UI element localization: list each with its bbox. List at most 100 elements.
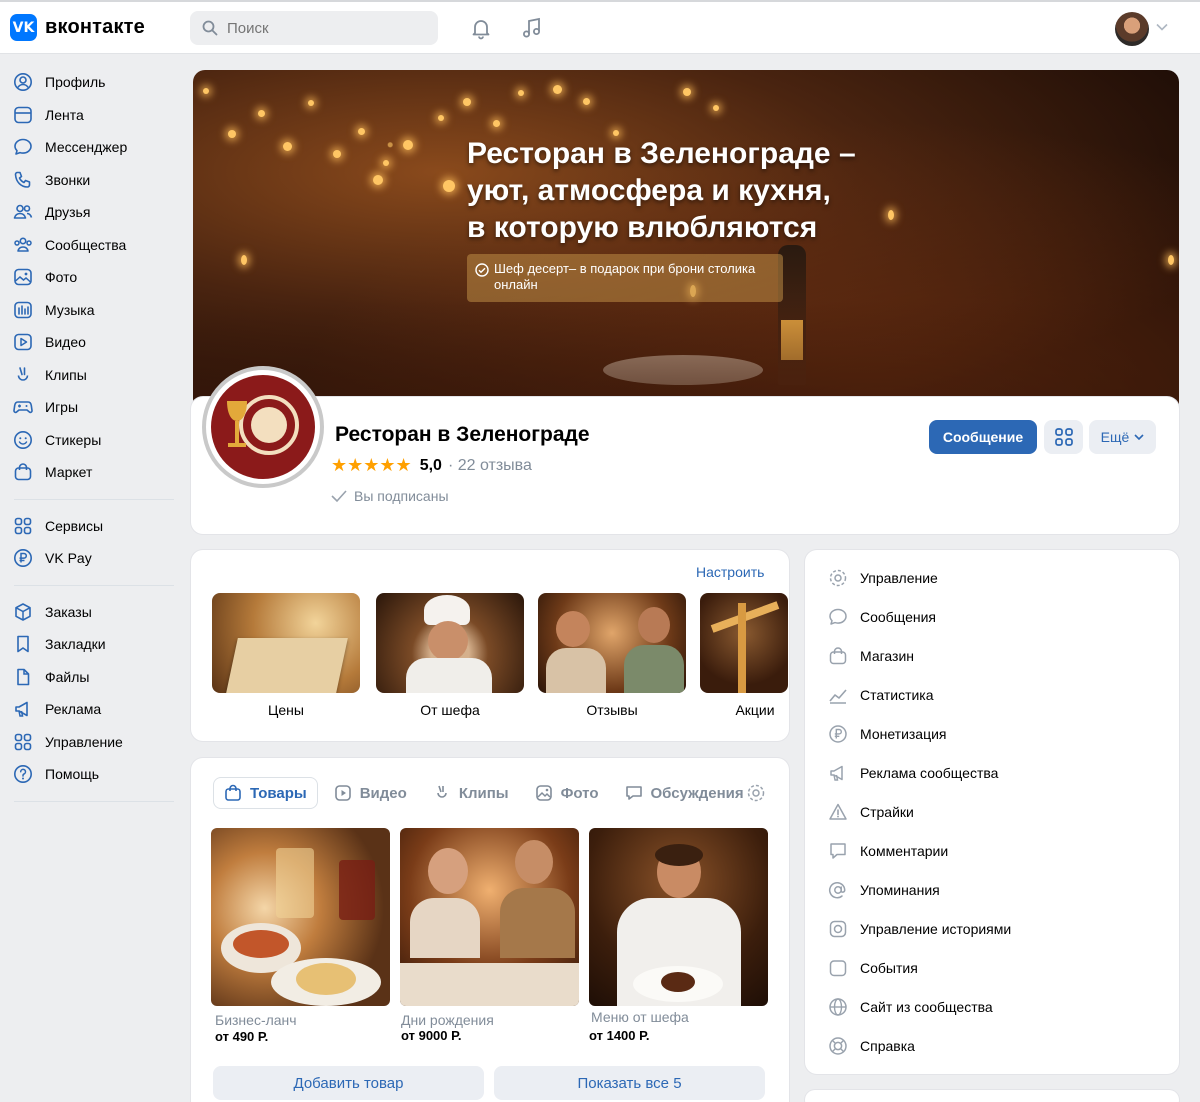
management-item-warning[interactable]: Страйки <box>828 800 914 824</box>
message-bubble-icon <box>829 608 847 625</box>
sidebar-item-video[interactable]: Видео <box>0 326 180 359</box>
sidebar-item-manage[interactable]: Управление <box>0 726 180 759</box>
management-item-gear[interactable]: Управление <box>828 566 938 590</box>
management-item-at[interactable]: Упоминания <box>828 878 940 902</box>
management-item-megaphone[interactable]: Реклама сообщества <box>828 761 998 785</box>
highlight-label[interactable]: Акции <box>700 702 810 718</box>
sidebar-item-games[interactable]: Игры <box>0 391 180 424</box>
cover-headline-line: в которую влюбляются <box>467 211 818 244</box>
product-image-birthdays[interactable] <box>400 828 579 1006</box>
sidebar-item-services[interactable]: Сервисы <box>0 510 180 543</box>
product-price: от 490 Р. <box>215 1029 269 1044</box>
highlight-label[interactable]: От шефа <box>376 702 524 718</box>
sidebar-item-vkpay[interactable]: VK Pay <box>0 542 180 575</box>
sidebar-item-label: Клипы <box>45 366 87 383</box>
group-avatar[interactable] <box>202 366 324 488</box>
highlight-chef-image[interactable] <box>376 593 524 693</box>
sidebar-item-profile[interactable]: Профиль <box>0 66 180 99</box>
sidebar-item-label: Лента <box>45 106 84 123</box>
configure-link[interactable]: Настроить <box>696 564 764 580</box>
chevron-down-icon[interactable] <box>1156 23 1168 31</box>
vk-logo[interactable]: VK вконтакте <box>10 14 145 41</box>
search-input[interactable] <box>227 19 427 37</box>
sidebar-item-label: Реклама <box>45 701 102 718</box>
management-item-shop-bag[interactable]: Магазин <box>828 644 914 668</box>
bell-icon[interactable] <box>469 16 493 40</box>
product-image-chef-menu[interactable] <box>589 828 768 1006</box>
sidebar-item-feed[interactable]: Лента <box>0 99 180 132</box>
sidebar-item-stickers[interactable]: Стикеры <box>0 424 180 457</box>
profile-icon <box>14 73 32 92</box>
more-button[interactable]: Ещё <box>1089 420 1156 454</box>
product-price: от 9000 Р. <box>401 1028 462 1043</box>
reviews-count[interactable]: · 22 отзыва <box>448 457 532 475</box>
music-icon <box>14 301 32 319</box>
search-box[interactable] <box>190 11 438 45</box>
sidebar-item-phone[interactable]: Звонки <box>0 164 180 197</box>
sidebar-item-communities[interactable]: Сообщества <box>0 229 180 262</box>
highlight-label[interactable]: Отзывы <box>538 702 686 718</box>
sidebar-item-help[interactable]: Помощь <box>0 758 180 791</box>
management-item-label: Управление историями <box>860 921 1012 937</box>
group-rating[interactable]: ★★★★★ 5,0 · 22 отзыва <box>331 455 532 476</box>
promo-text-line: онлайн <box>494 277 538 292</box>
management-item-label: Реклама сообщества <box>860 765 999 781</box>
cover-headline-line: уют, атмосфера и кухня, <box>467 174 831 207</box>
sidebar-item-music[interactable]: Музыка <box>0 294 180 327</box>
sidebar-item-label: Закладки <box>45 636 106 653</box>
subscription-status[interactable]: Вы подписаны <box>330 488 449 504</box>
tab-products[interactable]: Товары <box>213 777 318 809</box>
photo-icon <box>14 268 32 286</box>
sidebar-item-label: Музыка <box>45 301 95 318</box>
management-item-label: События <box>860 960 918 976</box>
gear-icon[interactable] <box>746 783 766 803</box>
shop-bag-icon <box>829 647 847 665</box>
highlight-prices-image[interactable] <box>212 593 360 693</box>
sidebar-item-photo[interactable]: Фото <box>0 261 180 294</box>
apps-button[interactable] <box>1044 420 1083 454</box>
management-item-stories[interactable]: Управление историями <box>828 917 1011 941</box>
product-name[interactable]: Бизнес-ланч <box>215 1012 297 1028</box>
management-item-message-bubble[interactable]: Сообщения <box>828 605 936 629</box>
show-all-products-button[interactable]: Показать все 5 <box>494 1066 765 1100</box>
tab-clips[interactable]: Клипы <box>423 777 519 809</box>
product-name[interactable]: Меню от шефа <box>591 1009 689 1025</box>
sidebar-item-clips[interactable]: Клипы <box>0 359 180 392</box>
gear-icon <box>829 569 847 587</box>
sidebar-item-label: Игры <box>45 399 79 416</box>
tab-discussions[interactable]: Обсуждения <box>615 777 743 809</box>
add-product-button[interactable]: Добавить товар <box>213 1066 484 1100</box>
tab-label: Фото <box>560 784 599 802</box>
tab-video[interactable]: Видео <box>324 777 417 809</box>
product-name[interactable]: Дни рождения <box>401 1012 494 1028</box>
more-button-label: Ещё <box>1100 429 1130 445</box>
sidebar-item-ads[interactable]: Реклама <box>0 693 180 726</box>
sidebar-item-orders[interactable]: Заказы <box>0 596 180 629</box>
highlight-promos-image[interactable] <box>700 593 788 693</box>
user-avatar[interactable] <box>1115 12 1149 46</box>
sidebar-item-friends[interactable]: Друзья <box>0 196 180 229</box>
management-item-ruble[interactable]: Монетизация <box>828 722 947 746</box>
sidebar-item-files[interactable]: Файлы <box>0 661 180 694</box>
highlight-reviews-image[interactable] <box>538 593 686 693</box>
sidebar-item-bookmarks[interactable]: Закладки <box>0 628 180 661</box>
message-button[interactable]: Сообщение <box>929 420 1037 454</box>
highlight-label[interactable]: Цены <box>212 702 360 718</box>
product-image-business-lunch[interactable] <box>211 828 390 1006</box>
sidebar-item-messenger[interactable]: Мессенджер <box>0 131 180 164</box>
management-item-comment[interactable]: Комментарии <box>828 839 948 863</box>
management-item-lifebuoy[interactable]: Справка <box>828 1034 915 1058</box>
management-item-label: Страйки <box>860 804 914 820</box>
tab-label: Клипы <box>458 784 509 802</box>
management-item-stats[interactable]: Статистика <box>828 683 934 707</box>
stickers-icon <box>14 430 32 449</box>
tab-photo[interactable]: Фото <box>525 777 609 809</box>
management-item-globe[interactable]: Сайт из сообщества <box>828 995 993 1019</box>
left-sidebar: Профиль Лента Мессенджер Звонки Друзья Сообще… <box>0 66 180 812</box>
management-item-events[interactable]: События <box>828 956 918 980</box>
tab-label: Видео <box>359 784 407 802</box>
music-note-icon[interactable] <box>520 16 544 40</box>
comment-icon <box>830 843 846 859</box>
sidebar-item-market[interactable]: Маркет <box>0 456 180 489</box>
management-item-label: Упоминания <box>860 882 940 898</box>
